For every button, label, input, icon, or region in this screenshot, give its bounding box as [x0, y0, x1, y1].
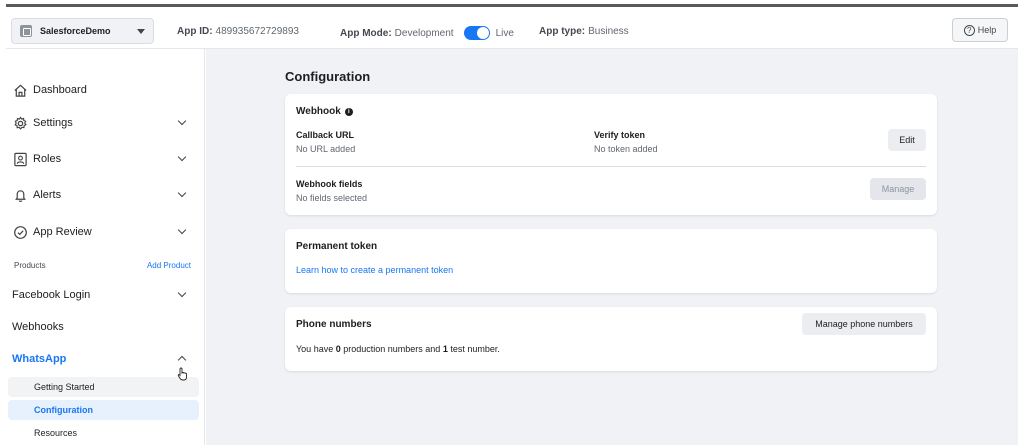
app-name: SalesforceDemo — [40, 26, 111, 36]
sidebar-item-label: WhatsApp — [12, 353, 67, 365]
permanent-token-title: Permanent token — [296, 241, 378, 252]
chevron-down-icon — [177, 225, 187, 235]
sidebar-item-alerts[interactable]: Alerts — [6, 181, 205, 209]
sidebar-item-label: App Review — [33, 226, 92, 238]
app-mode-toggle[interactable] — [463, 26, 490, 40]
permanent-token-card: Permanent token Learn how to create a pe… — [285, 229, 937, 293]
bell-icon — [12, 187, 28, 203]
phone-numbers-card: Phone numbers Manage phone numbers You h… — [285, 307, 937, 371]
app-mode-value: Development — [394, 27, 454, 39]
sidebar-item-facebook-login[interactable]: Facebook Login — [6, 281, 205, 309]
sidebar-item-label: Webhooks — [12, 321, 64, 333]
chevron-down-icon — [177, 288, 187, 298]
summary-text: test number. — [447, 344, 500, 354]
sidebar-item-label: Roles — [33, 153, 62, 165]
webhook-card: Webhook i Callback URL No URL added Veri… — [285, 94, 937, 215]
app-type-value: Business — [588, 26, 629, 37]
summary-text: production numbers and — [340, 344, 443, 354]
manage-phone-numbers-button[interactable]: Manage phone numbers — [802, 313, 926, 335]
main-content: Configuration Webhook i Callback URL No … — [206, 49, 1018, 445]
gear-icon — [12, 115, 28, 131]
app-id: App ID: 489935672729893 — [177, 26, 299, 37]
sidebar-subitem-label: Configuration — [34, 405, 93, 415]
chevron-down-icon — [137, 28, 145, 34]
webhook-fields-label: Webhook fields — [296, 179, 363, 189]
permanent-token-link[interactable]: Learn how to create a permanent token — [296, 265, 453, 275]
products-label: Products — [14, 261, 46, 270]
top-bar: SalesforceDemo App ID: 489935672729893 A… — [6, 7, 1018, 49]
page-title: Configuration — [285, 69, 371, 84]
edit-button[interactable]: Edit — [888, 129, 926, 151]
sidebar-subitem-resources[interactable]: Resources — [8, 423, 199, 443]
help-button[interactable]: ? Help — [952, 18, 1008, 42]
webhook-title: Webhook — [296, 106, 341, 117]
summary-text: You have — [296, 344, 336, 354]
app-mode-label: App Mode: — [340, 27, 392, 39]
chevron-down-icon — [177, 188, 187, 198]
manage-label: Manage — [881, 184, 915, 194]
hand-cursor-icon — [177, 367, 189, 386]
phone-numbers-title: Phone numbers — [296, 319, 372, 330]
sidebar-subitem-label: Resources — [34, 428, 78, 438]
phone-numbers-summary: You have 0 production numbers and 1 test… — [296, 344, 500, 354]
sidebar-item-label: Facebook Login — [12, 289, 91, 301]
sidebar-item-label: Dashboard — [33, 84, 87, 96]
verify-token-label: Verify token — [594, 130, 646, 140]
app-type-label: App type: — [539, 26, 586, 37]
chevron-up-icon — [177, 355, 187, 365]
sidebar-subitem-label: Getting Started — [34, 382, 95, 392]
divider — [296, 166, 926, 167]
sidebar-item-settings[interactable]: Settings — [6, 109, 205, 137]
shield-check-icon — [12, 224, 28, 240]
question-icon: ? — [963, 24, 975, 36]
verify-token-value: No token added — [594, 144, 658, 154]
sidebar-subitem-configuration[interactable]: Configuration — [8, 400, 199, 420]
sidebar-item-label: Alerts — [33, 189, 62, 201]
info-icon[interactable]: i — [344, 107, 353, 116]
app-id-value: 489935672729893 — [215, 26, 299, 37]
chevron-down-icon — [177, 116, 187, 126]
sidebar: Dashboard Settings Roles Alerts App Revi… — [6, 49, 205, 445]
chevron-down-icon — [177, 152, 187, 162]
sidebar-item-dashboard[interactable]: Dashboard — [6, 76, 205, 104]
app-type: App type: Business — [539, 26, 629, 37]
app-id-label: App ID: — [177, 26, 213, 37]
sidebar-item-roles[interactable]: Roles — [6, 145, 205, 173]
app-mode: App Mode: Development Live — [340, 26, 514, 40]
sidebar-item-webhooks[interactable]: Webhooks — [6, 313, 205, 341]
webhook-fields-value: No fields selected — [296, 193, 368, 203]
add-product-link[interactable]: Add Product — [147, 261, 191, 270]
manage-phone-numbers-label: Manage phone numbers — [815, 319, 913, 329]
edit-label: Edit — [899, 135, 915, 145]
webhook-card-title: Webhook i — [296, 106, 353, 117]
home-icon — [12, 82, 28, 98]
roles-icon — [12, 151, 28, 167]
app-mode-live: Live — [495, 27, 514, 39]
sidebar-subitem-getting-started[interactable]: Getting Started — [8, 377, 199, 397]
app-icon — [20, 25, 32, 37]
callback-url-label: Callback URL — [296, 130, 355, 140]
manage-button[interactable]: Manage — [870, 178, 926, 200]
sidebar-item-whatsapp[interactable]: WhatsApp — [6, 345, 205, 373]
sidebar-item-label: Settings — [33, 117, 73, 129]
callback-url-value: No URL added — [296, 144, 356, 154]
help-label: Help — [977, 25, 997, 35]
app-selector[interactable]: SalesforceDemo — [11, 18, 154, 44]
sidebar-item-app-review[interactable]: App Review — [6, 218, 205, 246]
